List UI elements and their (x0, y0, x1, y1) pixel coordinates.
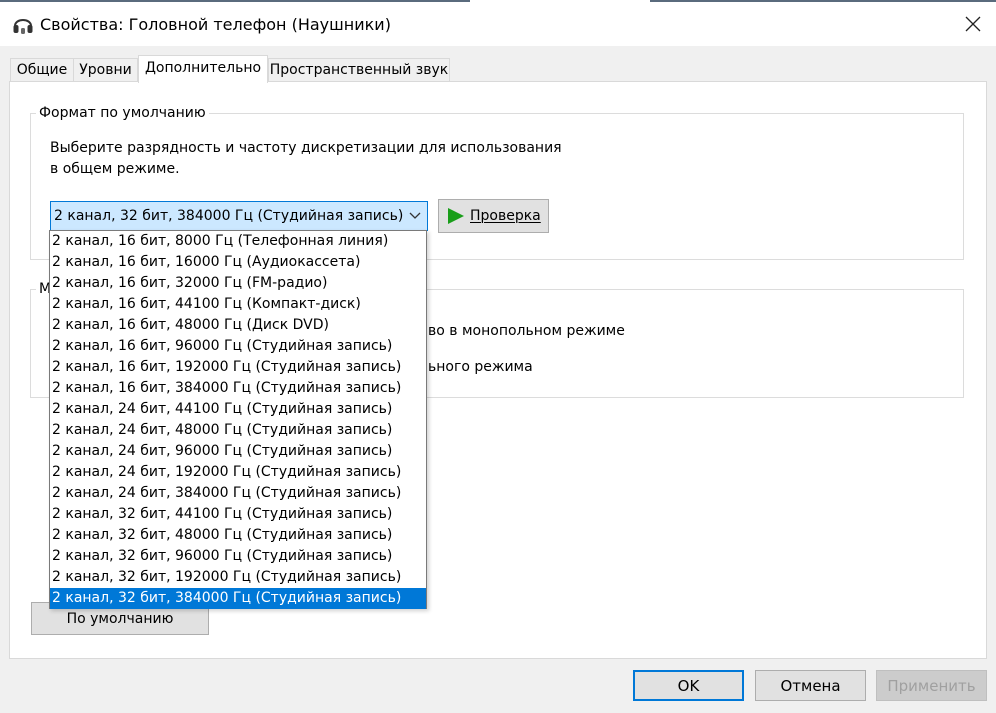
exclusive-mode-option-1-text: во в монопольном режиме (428, 323, 625, 339)
format-dropdown-list[interactable]: 2 канал, 16 бит, 8000 Гц (Телефонная лин… (49, 230, 427, 609)
format-option[interactable]: 2 канал, 24 бит, 192000 Гц (Студийная за… (50, 462, 426, 483)
format-option[interactable]: 2 канал, 16 бит, 384000 Гц (Студийная за… (50, 378, 426, 399)
format-option[interactable]: 2 канал, 32 бит, 48000 Гц (Студийная зап… (50, 525, 426, 546)
test-button-label: Проверка (470, 208, 541, 224)
format-option[interactable]: 2 канал, 32 бит, 192000 Гц (Студийная за… (50, 567, 426, 588)
apply-button[interactable]: Применить (876, 670, 987, 701)
title-bar[interactable]: Свойства: Головной телефон (Наушники) (0, 2, 996, 46)
exclusive-mode-option-2-text: ьного режима (428, 359, 533, 375)
format-option[interactable]: 2 канал, 16 бит, 96000 Гц (Студийная зап… (50, 336, 426, 357)
tab-advanced[interactable]: Дополнительно (138, 55, 268, 83)
format-option[interactable]: 2 канал, 32 бит, 96000 Гц (Студийная зап… (50, 546, 426, 567)
headphones-icon (13, 19, 33, 34)
tab-general[interactable]: Общие (10, 58, 74, 82)
format-option[interactable]: 2 канал, 32 бит, 44100 Гц (Студийная зап… (50, 504, 426, 525)
format-option[interactable]: 2 канал, 16 бит, 48000 Гц (Диск DVD) (50, 315, 426, 336)
format-option[interactable]: 2 канал, 16 бит, 192000 Гц (Студийная за… (50, 357, 426, 378)
format-select[interactable]: 2 канал, 32 бит, 384000 Гц (Студийная за… (50, 201, 428, 231)
close-button[interactable] (950, 2, 996, 46)
format-option[interactable]: 2 канал, 24 бит, 96000 Гц (Студийная зап… (50, 441, 426, 462)
ok-button[interactable]: OK (633, 670, 744, 701)
tab-spatial-sound[interactable]: Пространственный звук (268, 58, 450, 82)
play-icon (448, 208, 464, 224)
description-line-2: в общем режиме. (50, 161, 180, 177)
description-line-1: Выберите разрядность и частоту дискретиз… (50, 140, 562, 156)
default-format-description: Выберите разрядность и частоту дискретиз… (50, 138, 570, 180)
window-title: Свойства: Головной телефон (Наушники) (40, 15, 391, 34)
tab-levels[interactable]: Уровни (73, 58, 138, 82)
cancel-button[interactable]: Отмена (755, 670, 866, 701)
test-button[interactable]: Проверка (438, 199, 549, 233)
format-select-value: 2 канал, 32 бит, 384000 Гц (Студийная за… (54, 208, 404, 224)
format-option[interactable]: 2 канал, 16 бит, 8000 Гц (Телефонная лин… (50, 231, 426, 252)
chevron-down-icon[interactable] (403, 202, 427, 230)
format-option[interactable]: 2 канал, 24 бит, 44100 Гц (Студийная зап… (50, 399, 426, 420)
format-option[interactable]: 2 канал, 16 бит, 44100 Гц (Компакт-диск) (50, 294, 426, 315)
format-option[interactable]: 2 канал, 24 бит, 48000 Гц (Студийная зап… (50, 420, 426, 441)
format-option[interactable]: 2 канал, 24 бит, 384000 Гц (Студийная за… (50, 483, 426, 504)
format-option[interactable]: 2 канал, 16 бит, 32000 Гц (FM-радио) (50, 273, 426, 294)
format-option[interactable]: 2 канал, 32 бит, 384000 Гц (Студийная за… (50, 588, 426, 609)
close-icon (965, 16, 981, 32)
format-option[interactable]: 2 канал, 16 бит, 16000 Гц (Аудиокассета) (50, 252, 426, 273)
default-format-legend: Формат по умолчанию (36, 105, 209, 121)
